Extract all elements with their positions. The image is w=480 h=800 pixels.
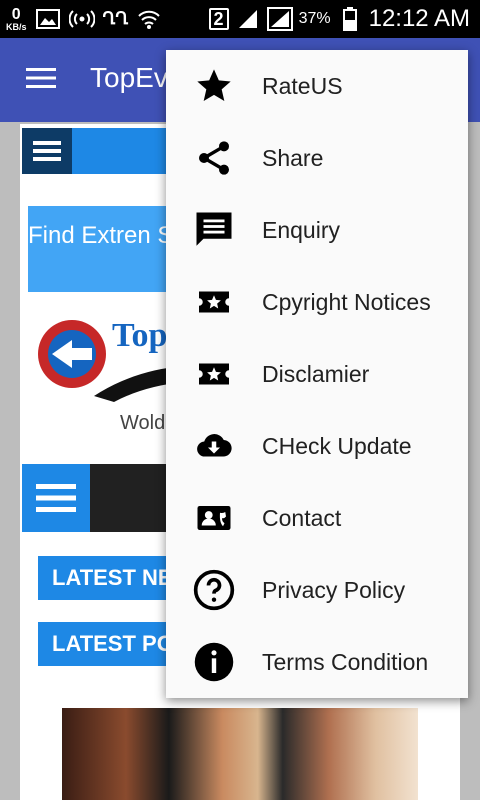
menu-item-label: Terms Condition [262, 648, 429, 675]
contact-card-icon [166, 500, 262, 536]
app-title: TopEv [90, 62, 168, 93]
hamburger-menu-icon[interactable] [26, 66, 56, 95]
find-sports-banner[interactable]: Find Extren Sports [28, 206, 168, 292]
latest-posts-heading: LATEST POST [38, 622, 168, 666]
ticket-star-icon [166, 356, 262, 392]
menu-item-label: Disclamier [262, 360, 370, 387]
ticket-star-icon [166, 284, 262, 320]
overflow-menu: RateUS Share Enquiry Cpyright Notices Di… [166, 50, 468, 698]
info-icon [166, 640, 262, 684]
menu-item-label: Privacy Policy [262, 576, 406, 603]
regional-indicator: ՂՂ [102, 9, 129, 28]
gallery-icon [35, 8, 61, 30]
battery-icon [337, 7, 363, 31]
network-speed-value: 0 [11, 5, 21, 23]
wifi-icon [136, 8, 162, 30]
clock: 12:12 AM [368, 5, 470, 32]
svg-text:Top: Top [112, 317, 167, 354]
site-nav-menu-icon[interactable] [22, 464, 90, 532]
cloud-download-icon [166, 428, 262, 464]
network-speed-unit: KB/s [6, 21, 27, 32]
menu-item-rate-us[interactable]: RateUS [166, 50, 468, 122]
menu-item-terms-condition[interactable]: Terms Condition [166, 626, 468, 698]
message-icon [166, 209, 262, 251]
menu-item-label: Share [262, 144, 324, 171]
menu-item-privacy-policy[interactable]: Privacy Policy [166, 554, 468, 626]
widget-menu-icon[interactable] [22, 128, 72, 174]
latest-news-heading: LATEST NEW [38, 556, 168, 600]
menu-item-label: Cpyright Notices [262, 288, 431, 315]
network-speed: 0 KB/s [6, 5, 27, 32]
star-icon [166, 66, 262, 106]
post-thumbnail-image[interactable] [62, 708, 418, 800]
status-bar: 0 KB/s ՂՂ 2 37% 12:12 AM [0, 0, 480, 38]
menu-item-label: RateUS [262, 72, 343, 99]
help-circle-icon [166, 568, 262, 612]
signal-icon [235, 8, 261, 30]
menu-item-label: Enquiry [262, 216, 340, 243]
menu-item-label: CHeck Update [262, 432, 412, 459]
menu-item-check-update[interactable]: CHeck Update [166, 410, 468, 482]
signal-outline-icon [266, 7, 293, 31]
share-icon [166, 138, 262, 178]
menu-item-label: Contact [262, 504, 342, 531]
menu-item-contact[interactable]: Contact [166, 482, 468, 554]
site-logo: Top [34, 310, 184, 406]
menu-item-disclaimer[interactable]: Disclamier [166, 338, 468, 410]
menu-item-enquiry[interactable]: Enquiry [166, 194, 468, 266]
sim-slot-badge: 2 [208, 8, 229, 30]
menu-item-share[interactable]: Share [166, 122, 468, 194]
hotspot-icon [68, 8, 95, 30]
menu-item-copyright-notices[interactable]: Cpyright Notices [166, 266, 468, 338]
battery-percent: 37% [298, 10, 331, 27]
tagline-text: Wold [120, 412, 166, 434]
